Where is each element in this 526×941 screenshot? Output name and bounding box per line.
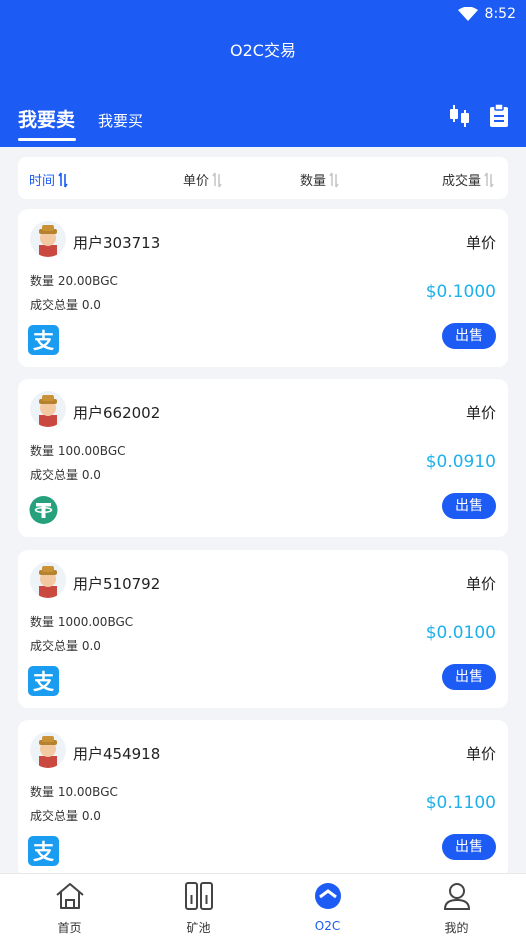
order-card[interactable]: 用户454918 单价 数量 10.00BGC 成交总量 0.0 $0.1100… xyxy=(18,720,508,878)
order-card[interactable]: 用户662002 单价 数量 100.00BGC 成交总量 0.0 $0.091… xyxy=(18,379,508,537)
sort-qty-label: 数量 xyxy=(300,174,327,189)
avatar xyxy=(30,732,66,768)
quantity: 数量 100.00BGC xyxy=(30,444,126,458)
alipay-icon: 支 xyxy=(28,325,59,355)
order-card[interactable]: 用户303713 单价 数量 20.00BGC 成交总量 0.0 $0.1000… xyxy=(18,209,508,367)
total-volume: 成交总量 0.0 xyxy=(30,298,101,312)
nav-home-label: 首页 xyxy=(57,921,82,935)
avatar xyxy=(30,562,66,598)
quantity: 数量 1000.00BGC xyxy=(30,615,134,629)
unit-price: $0.1100 xyxy=(425,793,496,813)
quantity: 数量 10.00BGC xyxy=(30,785,118,799)
clipboard-icon[interactable] xyxy=(489,104,509,128)
usdt-icon xyxy=(29,496,58,524)
sort-arrow-icon xyxy=(58,172,68,187)
sort-time[interactable]: 时间 xyxy=(29,170,68,189)
svg-text:支: 支 xyxy=(33,840,55,864)
svg-text:支: 支 xyxy=(33,329,55,353)
alipay-icon: 支 xyxy=(28,836,59,866)
bottom-nav: 首页 矿池 O2C 我的 xyxy=(0,873,526,941)
price-label: 单价 xyxy=(465,745,496,763)
nav-pool-label: 矿池 xyxy=(186,921,211,935)
nav-pool[interactable]: 矿池 xyxy=(133,874,264,941)
nav-home[interactable]: 首页 xyxy=(4,874,135,941)
sell-button[interactable]: 出售 xyxy=(442,834,496,860)
sort-arrow-icon xyxy=(329,172,339,187)
svg-text:支: 支 xyxy=(33,670,55,694)
home-icon xyxy=(55,883,84,909)
total-volume: 成交总量 0.0 xyxy=(30,468,101,482)
total-volume: 成交总量 0.0 xyxy=(30,639,101,653)
sell-button[interactable]: 出售 xyxy=(442,664,496,690)
sort-bar: 时间 单价 数量 成交量 xyxy=(18,157,508,199)
sort-arrow-icon xyxy=(484,172,494,187)
total-volume: 成交总量 0.0 xyxy=(30,809,101,823)
sort-qty[interactable]: 数量 xyxy=(300,170,339,189)
tab-indicator xyxy=(18,138,76,141)
username: 用户303713 xyxy=(73,234,161,252)
sort-price-label: 单价 xyxy=(183,174,210,189)
nav-profile-label: 我的 xyxy=(444,921,469,935)
unit-price: $0.1000 xyxy=(425,282,496,302)
tab-buy[interactable]: 我要买 xyxy=(98,110,143,131)
sort-price[interactable]: 单价 xyxy=(183,170,222,189)
nav-o2c[interactable]: O2C xyxy=(262,874,393,941)
header: 8:52 O2C交易 我要卖 我要买 xyxy=(0,0,526,147)
nav-profile[interactable]: 我的 xyxy=(391,874,522,941)
sell-button[interactable]: 出售 xyxy=(442,323,496,349)
alipay-icon: 支 xyxy=(28,666,59,696)
tab-sell[interactable]: 我要卖 xyxy=(18,105,75,132)
quantity: 数量 20.00BGC xyxy=(30,274,118,288)
profile-icon xyxy=(443,883,470,910)
price-label: 单价 xyxy=(465,575,496,593)
page-title: O2C交易 xyxy=(230,41,296,60)
avatar xyxy=(30,221,66,257)
order-card[interactable]: 用户510792 单价 数量 1000.00BGC 成交总量 0.0 $0.01… xyxy=(18,550,508,708)
sort-time-label: 时间 xyxy=(29,174,56,189)
status-time: 8:52 xyxy=(484,6,516,22)
nav-o2c-label: O2C xyxy=(314,919,341,933)
username: 用户510792 xyxy=(73,575,161,593)
unit-price: $0.0100 xyxy=(425,623,496,643)
pool-icon xyxy=(184,882,213,910)
username: 用户454918 xyxy=(73,745,161,763)
price-label: 单价 xyxy=(465,234,496,252)
candlestick-icon[interactable] xyxy=(449,104,471,128)
o2c-icon xyxy=(314,883,341,909)
unit-price: $0.0910 xyxy=(425,452,496,472)
sort-arrow-icon xyxy=(212,172,222,187)
wifi-icon xyxy=(458,7,478,21)
avatar xyxy=(30,391,66,427)
username: 用户662002 xyxy=(73,404,161,422)
sort-volume[interactable]: 成交量 xyxy=(442,170,494,189)
price-label: 单价 xyxy=(465,404,496,422)
sort-volume-label: 成交量 xyxy=(442,174,482,189)
sell-button[interactable]: 出售 xyxy=(442,493,496,519)
